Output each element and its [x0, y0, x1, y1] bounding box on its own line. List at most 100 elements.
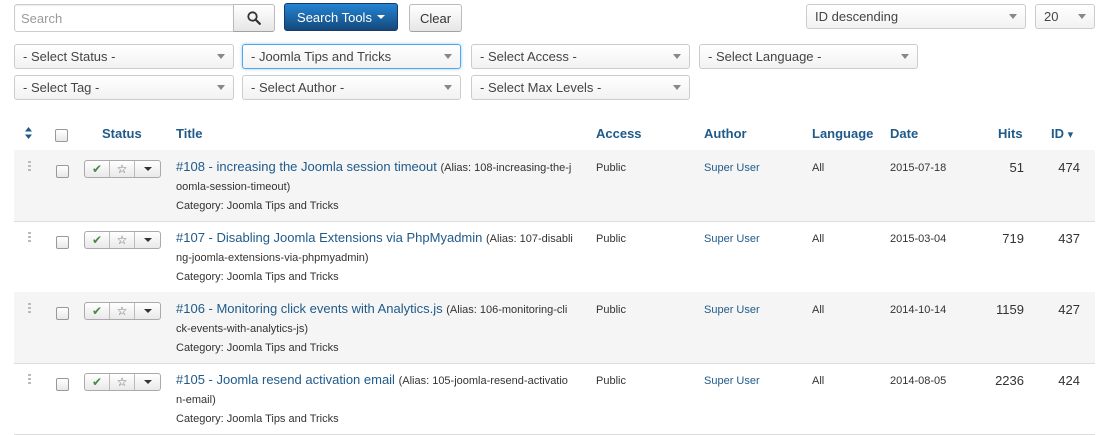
author-link[interactable]: Super User: [704, 233, 760, 245]
article-alias-cont: ck-events-with-analytics-js): [176, 323, 309, 335]
article-alias: (Alias: 108-increasing-the-j: [440, 162, 572, 174]
featured-toggle-button[interactable]: ☆: [110, 303, 135, 319]
search-icon: [247, 11, 261, 25]
drag-handle-icon[interactable]: [28, 232, 31, 244]
publish-toggle-button[interactable]: ✔: [85, 303, 110, 319]
drag-handle-icon[interactable]: [28, 303, 31, 315]
article-category: Category: Joomla Tips and Tricks: [176, 271, 339, 283]
tag-filter-value: - Select Tag -: [23, 80, 100, 95]
chevron-down-icon: [1009, 14, 1017, 19]
category-filter[interactable]: - Joomla Tips and Tricks: [242, 44, 461, 69]
date-cell: 2014-08-05: [890, 375, 947, 387]
chevron-down-icon: [673, 85, 681, 90]
sort-icon: [25, 127, 32, 139]
author-link[interactable]: Super User: [704, 375, 760, 387]
check-icon: ✔: [91, 162, 103, 176]
author-filter-value: - Select Author -: [251, 80, 345, 95]
featured-toggle-button[interactable]: ☆: [110, 161, 135, 177]
title-cell: #107 - Disabling Joomla Extensions via P…: [176, 229, 580, 286]
row-checkbox[interactable]: [56, 307, 69, 320]
title-cell: #105 - Joomla resend activation email (A…: [176, 371, 580, 428]
article-title-link[interactable]: #105 - Joomla resend activation email: [176, 372, 395, 387]
limit-select[interactable]: 20: [1035, 4, 1095, 29]
access-filter[interactable]: - Select Access -: [471, 44, 690, 69]
column-header-title[interactable]: Title: [176, 126, 203, 141]
language-cell: All: [812, 233, 825, 245]
title-cell: #106 - Monitoring click events with Anal…: [176, 300, 580, 357]
search-input[interactable]: [14, 4, 234, 32]
featured-toggle-button[interactable]: ☆: [110, 374, 135, 390]
article-title-link[interactable]: #108 - increasing the Joomla session tim…: [176, 159, 437, 174]
search-tools-button[interactable]: Search Tools: [284, 3, 398, 31]
ordering-sort-toggle[interactable]: [24, 126, 33, 143]
star-icon: ☆: [116, 375, 128, 389]
max-levels-filter[interactable]: - Select Max Levels -: [471, 75, 690, 100]
row-checkbox[interactable]: [56, 236, 69, 249]
publish-toggle-button[interactable]: ✔: [85, 232, 110, 248]
drag-handle-icon[interactable]: [28, 161, 31, 173]
language-filter-value: - Select Language -: [708, 49, 822, 64]
actions-dropdown-button[interactable]: [135, 161, 160, 177]
author-link[interactable]: Super User: [704, 304, 760, 316]
row-checkbox[interactable]: [56, 378, 69, 391]
article-title-link[interactable]: #107 - Disabling Joomla Extensions via P…: [176, 230, 482, 245]
column-header-hits[interactable]: Hits: [998, 126, 1023, 141]
actions-dropdown-button[interactable]: [135, 232, 160, 248]
search-button[interactable]: [233, 4, 275, 32]
id-cell: 427: [1058, 302, 1080, 317]
status-filter-value: - Select Status -: [23, 49, 116, 64]
publish-toggle-button[interactable]: ✔: [85, 374, 110, 390]
status-button-group: ✔ ☆: [84, 302, 161, 320]
column-header-status[interactable]: Status: [102, 126, 142, 141]
caret-down-icon: [143, 167, 152, 171]
star-icon: ☆: [116, 233, 128, 247]
column-header-access[interactable]: Access: [596, 126, 642, 141]
column-header-language[interactable]: Language: [812, 126, 873, 141]
drag-handle-icon[interactable]: [28, 374, 31, 386]
star-icon: ☆: [116, 162, 128, 176]
article-alias-cont: oomla-session-timeout): [176, 181, 291, 193]
date-cell: 2015-03-04: [890, 233, 947, 245]
article-alias: (Alias: 107-disabli: [486, 233, 573, 245]
check-icon: ✔: [91, 233, 103, 247]
ordering-select[interactable]: ID descending: [806, 4, 1026, 29]
column-header-id[interactable]: ID ▾: [1051, 126, 1073, 141]
access-cell: Public: [596, 304, 626, 316]
column-header-id-label: ID: [1051, 126, 1064, 141]
column-header-author[interactable]: Author: [704, 126, 747, 141]
author-link[interactable]: Super User: [704, 162, 760, 174]
column-header-date[interactable]: Date: [890, 126, 918, 141]
article-title-link[interactable]: #106 - Monitoring click events with Anal…: [176, 301, 443, 316]
article-alias: (Alias: 105-joomla-resend-activatio: [398, 375, 568, 387]
check-icon: ✔: [91, 304, 103, 318]
access-filter-value: - Select Access -: [480, 49, 577, 64]
language-cell: All: [812, 375, 825, 387]
access-cell: Public: [596, 233, 626, 245]
check-all-checkbox[interactable]: [55, 129, 68, 142]
article-alias-cont: n-email): [176, 394, 216, 406]
article-alias: (Alias: 106-monitoring-cli: [446, 304, 568, 316]
hits-cell: 51: [1009, 160, 1024, 175]
access-cell: Public: [596, 375, 626, 387]
article-category: Category: Joomla Tips and Tricks: [176, 200, 339, 212]
clear-button[interactable]: Clear: [409, 4, 462, 32]
status-filter[interactable]: - Select Status -: [14, 44, 234, 69]
language-filter[interactable]: - Select Language -: [699, 44, 918, 69]
caret-down-icon: [143, 380, 152, 384]
chevron-down-icon: [217, 54, 225, 59]
chevron-down-icon: [1078, 14, 1086, 19]
actions-dropdown-button[interactable]: [135, 303, 160, 319]
language-cell: All: [812, 304, 825, 316]
publish-toggle-button[interactable]: ✔: [85, 161, 110, 177]
sort-desc-icon: ▾: [1067, 129, 1074, 141]
check-icon: ✔: [91, 375, 103, 389]
caret-down-icon: [143, 309, 152, 313]
row-checkbox[interactable]: [56, 165, 69, 178]
id-cell: 437: [1058, 231, 1080, 246]
tag-filter[interactable]: - Select Tag -: [14, 75, 234, 100]
actions-dropdown-button[interactable]: [135, 374, 160, 390]
author-filter[interactable]: - Select Author -: [242, 75, 461, 100]
id-cell: 424: [1058, 373, 1080, 388]
featured-toggle-button[interactable]: ☆: [110, 232, 135, 248]
article-category: Category: Joomla Tips and Tricks: [176, 342, 339, 354]
